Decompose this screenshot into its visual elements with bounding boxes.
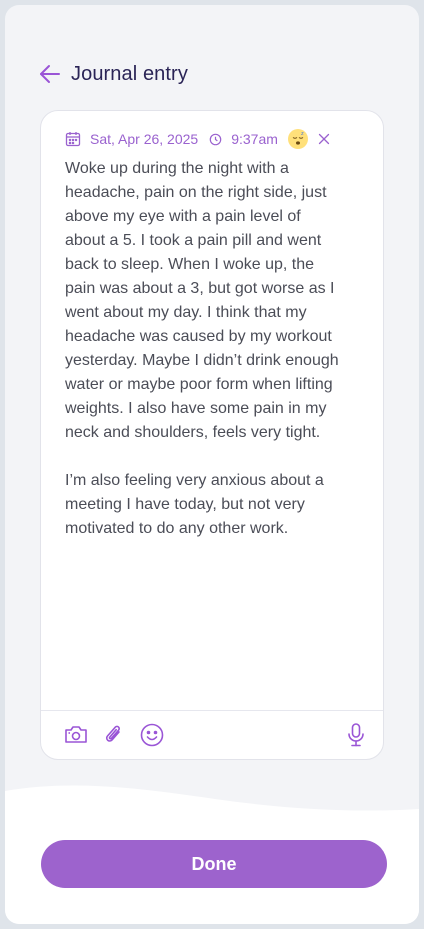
camera-button[interactable] bbox=[63, 722, 89, 748]
back-button[interactable] bbox=[37, 61, 63, 87]
calendar-icon bbox=[65, 131, 81, 147]
voice-input-button[interactable] bbox=[343, 722, 369, 748]
journal-screen: Journal entry Sat, Apr 26, 2025 9:37am z… bbox=[5, 5, 419, 924]
paperclip-icon bbox=[105, 725, 120, 742]
entry-date[interactable]: Sat, Apr 26, 2025 bbox=[90, 131, 198, 147]
page-title: Journal entry bbox=[71, 62, 188, 85]
svg-text:z: z bbox=[301, 131, 304, 137]
attach-button[interactable] bbox=[101, 722, 127, 748]
journal-entry-card: Sat, Apr 26, 2025 9:37am z Woke up durin… bbox=[40, 110, 384, 760]
camera-icon bbox=[65, 726, 87, 743]
close-icon[interactable] bbox=[318, 133, 330, 145]
emoji-button[interactable] bbox=[139, 722, 165, 748]
microphone-icon bbox=[348, 723, 364, 747]
done-button[interactable]: Done bbox=[41, 840, 387, 888]
header: Journal entry bbox=[37, 57, 188, 91]
clock-icon bbox=[209, 133, 222, 146]
entry-meta-row: Sat, Apr 26, 2025 9:37am z bbox=[65, 125, 363, 153]
sleepy-face-icon[interactable]: z bbox=[287, 129, 308, 149]
entry-time[interactable]: 9:37am bbox=[231, 131, 278, 147]
arrow-left-icon bbox=[40, 65, 60, 83]
entry-toolbar bbox=[41, 710, 383, 759]
entry-text-area[interactable]: Woke up during the night with a headache… bbox=[65, 157, 365, 541]
smiley-icon bbox=[140, 723, 164, 747]
